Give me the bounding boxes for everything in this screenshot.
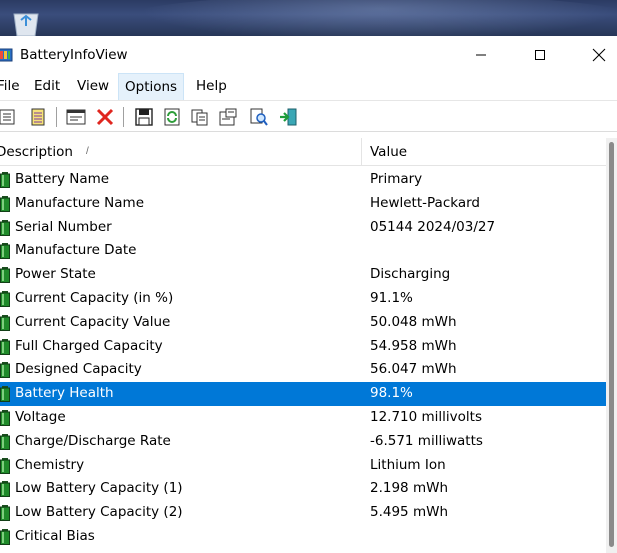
minimize-icon: [476, 54, 486, 56]
battery-icon: [0, 386, 10, 403]
battery-icon: [0, 219, 10, 236]
battery-icon: [0, 481, 10, 498]
row-description: Battery Name: [15, 171, 110, 187]
battery-icon: [0, 338, 10, 355]
list-row[interactable]: Critical Bias: [0, 525, 606, 549]
row-value: Lithium Ion: [370, 456, 446, 473]
row-value: 50.048 mWh: [370, 313, 457, 330]
list-row[interactable]: Current Capacity (in %) 91.1%: [0, 287, 606, 311]
properties-icon[interactable]: [218, 107, 238, 127]
battery-log-icon[interactable]: [28, 107, 48, 127]
list-row[interactable]: Chemistry Lithium Ion: [0, 454, 606, 478]
refresh-icon[interactable]: [162, 107, 182, 127]
find-icon[interactable]: [249, 107, 269, 127]
list-row[interactable]: Battery Name Primary: [0, 168, 606, 192]
row-description: Current Capacity (in %): [15, 289, 174, 306]
menu-options[interactable]: Options: [117, 73, 185, 101]
row-value: 2.198 mWh: [370, 480, 448, 497]
list-row[interactable]: Manufacture Date: [0, 239, 606, 263]
battery-icon: [0, 528, 10, 545]
battery-icon: [0, 433, 10, 450]
row-description: Low Battery Capacity (2): [15, 504, 183, 521]
row-description: Voltage: [15, 408, 66, 425]
row-value: Hewlett-Packard: [370, 194, 480, 211]
copy-icon[interactable]: [190, 107, 210, 127]
row-description: Battery Health: [15, 385, 114, 402]
close-icon: [592, 48, 606, 62]
list-row[interactable]: Battery Health 98.1%: [0, 382, 606, 406]
list-row[interactable]: Serial Number 05144 2024/03/27: [0, 216, 606, 240]
row-description: Full Charged Capacity: [15, 337, 163, 354]
clear-icon[interactable]: [95, 107, 115, 127]
sort-indicator: /: [86, 146, 89, 157]
row-description: Chemistry: [15, 456, 85, 473]
row-description: Power State: [15, 266, 96, 283]
battery-icon: [0, 290, 10, 307]
list-row[interactable]: Full Charged Capacity 54.958 mWh: [0, 335, 606, 359]
row-value: 05144 2024/03/27: [370, 218, 496, 235]
toolbar: [0, 100, 617, 132]
battery-icon: [0, 195, 10, 212]
row-value: 12.710 millivolts: [370, 408, 483, 425]
list-row[interactable]: Low Battery Capacity (1) 2.198 mWh: [0, 477, 606, 501]
row-description: Manufacture Date: [15, 242, 137, 259]
row-description: Critical Bias: [15, 527, 95, 544]
battery-icon: [0, 362, 10, 379]
battery-app-icon: [0, 48, 13, 62]
save-icon[interactable]: [134, 107, 154, 127]
row-description: Designed Capacity: [15, 361, 142, 378]
row-value: Discharging: [370, 266, 451, 283]
list-row[interactable]: Low Battery Capacity (2) 5.495 mWh: [0, 501, 606, 525]
list-header: Description / Value: [0, 138, 606, 166]
battery-icon: [0, 243, 10, 260]
battery-info-list: Battery Name Primary Manufacture Name Hewle…: [0, 168, 606, 549]
list-row[interactable]: Power State Discharging: [0, 263, 606, 287]
row-value: 98.1%: [370, 385, 413, 402]
row-value: Primary: [370, 171, 423, 187]
maximize-icon: [535, 50, 545, 60]
row-value: 54.958 mWh: [370, 337, 457, 354]
row-description: Current Capacity Value: [15, 313, 171, 330]
list-row[interactable]: Manufacture Name Hewlett-Packard: [0, 192, 606, 216]
row-value: -6.571 milliwatts: [370, 432, 483, 449]
row-description: Serial Number: [15, 218, 112, 235]
desktop-background: [0, 0, 617, 36]
menu-view[interactable]: View: [77, 78, 109, 94]
row-value: 56.047 mWh: [370, 361, 457, 378]
properties-window-icon[interactable]: [66, 107, 86, 127]
battery-icon: [0, 409, 10, 426]
list-row[interactable]: Designed Capacity 56.047 mWh: [0, 358, 606, 382]
battery-info-icon[interactable]: [0, 107, 18, 127]
menu-bar: File Edit View Options Help: [0, 73, 617, 101]
window-title: BatteryInfoView: [20, 47, 128, 63]
list-row[interactable]: Charge/Discharge Rate -6.571 milliwatts: [0, 430, 606, 454]
vertical-scrollbar[interactable]: [606, 138, 617, 553]
close-button[interactable]: [570, 36, 617, 74]
row-value: 91.1%: [370, 289, 413, 306]
list-row[interactable]: Current Capacity Value 50.048 mWh: [0, 311, 606, 335]
scrollbar-thumb[interactable]: [609, 142, 614, 547]
battery-icon: [0, 314, 10, 331]
row-value: 5.495 mWh: [370, 504, 448, 521]
exit-icon[interactable]: [278, 107, 298, 127]
row-description: Charge/Discharge Rate: [15, 432, 171, 449]
minimize-button[interactable]: [452, 36, 510, 74]
battery-icon: [0, 457, 10, 474]
battery-icon: [0, 172, 10, 188]
menu-help[interactable]: Help: [196, 78, 227, 94]
battery-icon: [0, 505, 10, 522]
row-description: Low Battery Capacity (1): [15, 480, 183, 497]
title-bar[interactable]: BatteryInfoView: [0, 36, 617, 74]
menu-edit[interactable]: Edit: [34, 78, 60, 94]
column-header-value[interactable]: Value: [362, 138, 606, 166]
column-header-description[interactable]: Description /: [0, 138, 362, 166]
menu-file[interactable]: File: [0, 78, 20, 94]
maximize-button[interactable]: [511, 36, 569, 74]
recycle-bin-icon[interactable]: [6, 2, 46, 36]
list-row[interactable]: Voltage 12.710 millivolts: [0, 406, 606, 430]
row-description: Manufacture Name: [15, 194, 145, 211]
battery-icon: [0, 267, 10, 284]
